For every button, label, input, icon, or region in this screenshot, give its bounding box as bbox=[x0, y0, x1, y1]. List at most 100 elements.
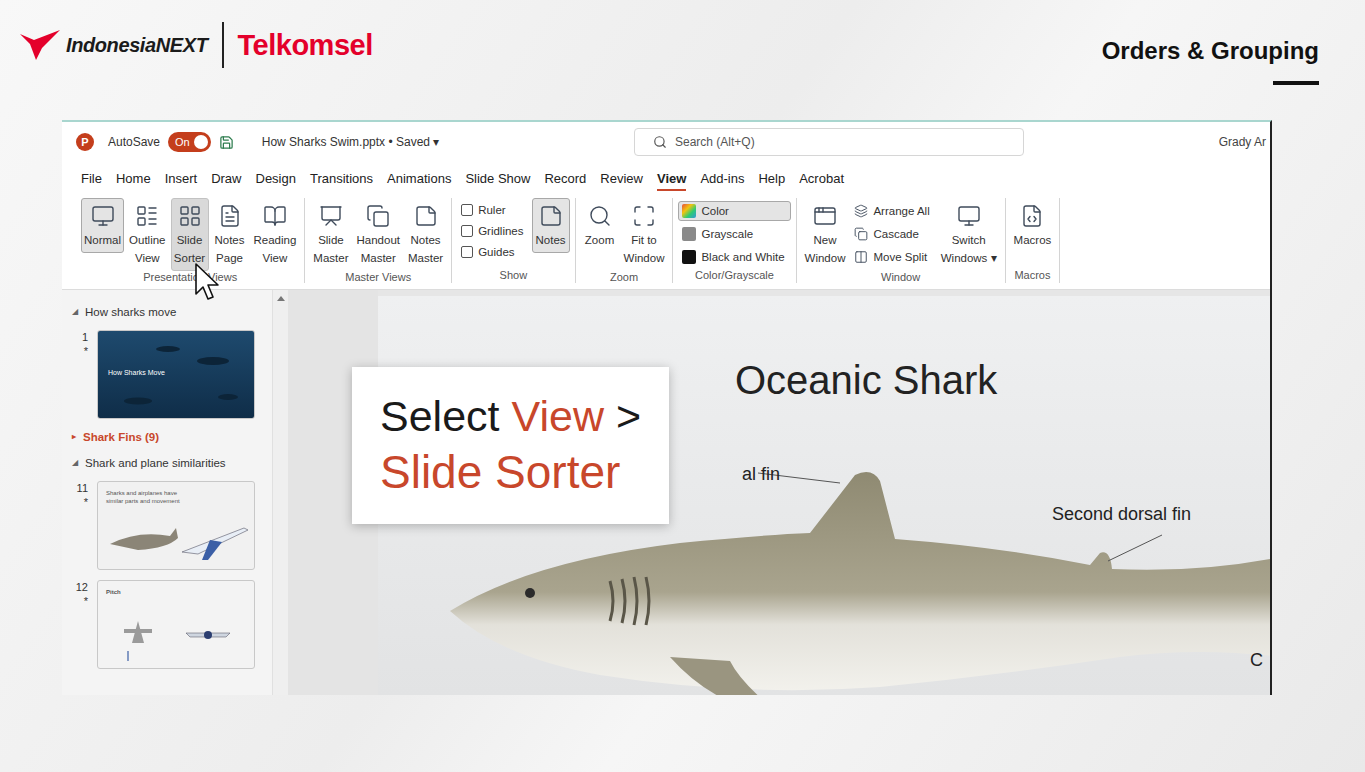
diagram-label[interactable]: C bbox=[1250, 650, 1263, 671]
indonesianext-logo-icon bbox=[20, 30, 60, 60]
ribbon-button[interactable]: NewWindow bbox=[802, 198, 849, 271]
section-header[interactable]: ▸Shark Fins (9) bbox=[72, 429, 266, 445]
menu-tab[interactable]: Design bbox=[249, 162, 303, 194]
slide-thumbnail[interactable]: Pitch bbox=[97, 580, 255, 669]
menu-tab[interactable]: Help bbox=[751, 162, 792, 194]
search-icon bbox=[653, 135, 667, 149]
ribbon-button[interactable]: NotesMaster bbox=[405, 198, 446, 271]
ribbon-stack: Ruler Gridlines Guides bbox=[457, 198, 529, 261]
ribbon-button[interactable]: SlideSorter bbox=[171, 198, 209, 271]
ribbon-icon bbox=[89, 202, 117, 230]
ribbon-button[interactable]: OutlineView bbox=[126, 198, 168, 271]
user-name[interactable]: Grady Ar bbox=[1219, 135, 1266, 149]
ribbon-group: RulerGridlinesGuidesNotesShow bbox=[452, 198, 575, 283]
ribbon-small-button[interactable]: Color bbox=[678, 201, 790, 221]
instruction-callout: SelectView>Slide Sorter bbox=[352, 367, 669, 524]
menu-tab[interactable]: Animations bbox=[380, 162, 458, 194]
ribbon-small-button[interactable]: Move Split bbox=[850, 247, 935, 267]
window-icon bbox=[854, 204, 868, 218]
ribbon-icon bbox=[176, 202, 204, 230]
menu-tab[interactable]: File bbox=[74, 162, 109, 194]
page-title-block: Orders & Grouping bbox=[1102, 22, 1319, 85]
menu-tab[interactable]: Review bbox=[593, 162, 650, 194]
slide-row[interactable]: 1*How Sharks Move bbox=[72, 330, 266, 419]
menu-tab[interactable]: Record bbox=[537, 162, 593, 194]
menu-tab[interactable]: Slide Show bbox=[458, 162, 537, 194]
menu-tab[interactable]: Transitions bbox=[303, 162, 380, 194]
ribbon-icon bbox=[955, 202, 983, 230]
ribbon-button[interactable]: Notes bbox=[532, 198, 570, 253]
scrollbar[interactable] bbox=[272, 290, 288, 695]
brand-divider bbox=[222, 22, 224, 68]
pitch-diagram-icon bbox=[98, 581, 255, 669]
menu-tab[interactable]: Acrobat bbox=[792, 162, 851, 194]
checkbox[interactable] bbox=[461, 225, 473, 237]
ribbon-small-button[interactable]: Arrange All bbox=[850, 201, 935, 221]
ribbon-button[interactable]: SwitchWindows ▾ bbox=[938, 198, 1000, 271]
ribbon-small-button[interactable]: Grayscale bbox=[678, 224, 790, 244]
slide-title[interactable]: Oceanic Shark bbox=[735, 358, 997, 403]
autosave-toggle[interactable]: On bbox=[168, 132, 211, 152]
diagram-label[interactable]: al fin bbox=[742, 464, 780, 485]
color-swatch-icon bbox=[682, 227, 696, 241]
slide-number: 12* bbox=[72, 580, 88, 669]
ribbon: NormalOutlineViewSlideSorterNotesPageRea… bbox=[62, 194, 1270, 290]
ribbon-icon bbox=[364, 202, 392, 230]
expanded-arrow-icon[interactable]: ◢ bbox=[72, 455, 78, 471]
menu-tab[interactable]: Draw bbox=[204, 162, 248, 194]
checkbox-row[interactable]: Gridlines bbox=[457, 222, 529, 240]
file-name[interactable]: How Sharks Swim.pptx • Saved ▾ bbox=[262, 135, 440, 149]
menu-tabs: FileHomeInsertDrawDesignTransitionsAnima… bbox=[62, 162, 1270, 194]
ribbon-button[interactable]: Fit toWindow bbox=[621, 198, 668, 271]
ribbon-button[interactable]: Macros bbox=[1011, 198, 1055, 253]
slide-thumbnail[interactable]: Sharks and airplanes have similar parts … bbox=[97, 481, 255, 570]
ribbon-group: NewWindowArrange All Cascade Move SplitSwi… bbox=[797, 198, 1006, 283]
transition-mark: * bbox=[84, 594, 88, 608]
expanded-arrow-icon[interactable]: ◢ bbox=[72, 304, 78, 320]
menu-tab[interactable]: Home bbox=[109, 162, 158, 194]
partner-logo: Telkomsel bbox=[238, 29, 373, 62]
ribbon-group: NormalOutlineViewSlideSorterNotesPageRea… bbox=[76, 198, 305, 283]
ribbon-small-button[interactable]: Cascade bbox=[850, 224, 935, 244]
brand: IndonesiaNEXT Telkomsel bbox=[20, 22, 373, 68]
checkbox[interactable] bbox=[461, 246, 473, 258]
transition-mark: * bbox=[84, 344, 88, 358]
page: IndonesiaNEXT Telkomsel Orders & Grouping P… bbox=[0, 0, 1365, 772]
header: IndonesiaNEXT Telkomsel Orders & Grouping bbox=[0, 0, 1365, 120]
menu-tab[interactable]: View bbox=[650, 162, 693, 194]
ribbon-icon bbox=[630, 202, 658, 230]
ribbon-small-button[interactable]: Black and White bbox=[678, 247, 790, 267]
slide-row[interactable]: 11*Sharks and airplanes have similar par… bbox=[72, 481, 266, 570]
ribbon-button[interactable]: ReadingView bbox=[251, 198, 300, 271]
ribbon-button[interactable]: Zoom bbox=[581, 198, 619, 253]
ribbon-group: ColorGrayscaleBlack and WhiteColor/Grays… bbox=[673, 198, 796, 283]
menu-tab[interactable]: Add-ins bbox=[693, 162, 751, 194]
slide-thumbnail[interactable]: How Sharks Move bbox=[97, 330, 255, 419]
ribbon-group: ZoomFit toWindowZoom bbox=[576, 198, 674, 283]
search-box[interactable]: Search (Alt+Q) bbox=[634, 128, 1024, 156]
section-header[interactable]: ◢Shark and plane similarities bbox=[72, 455, 266, 471]
collapsed-arrow-icon[interactable]: ▸ bbox=[72, 429, 76, 445]
ribbon-stack: Color Grayscale Black and White bbox=[678, 198, 790, 267]
checkbox-row[interactable]: Ruler bbox=[457, 201, 529, 219]
ribbon-button[interactable]: Normal bbox=[81, 198, 124, 253]
section-header[interactable]: ◢How sharks move bbox=[72, 304, 266, 320]
ribbon-icon bbox=[412, 202, 440, 230]
powerpoint-window: PAutoSaveOnHow Sharks Swim.pptx • Saved … bbox=[62, 120, 1272, 695]
powerpoint-logo-icon: P bbox=[76, 133, 94, 151]
ribbon-button[interactable]: SlideMaster bbox=[310, 198, 351, 271]
ribbon-stack: Arrange All Cascade Move Split bbox=[850, 198, 935, 267]
brand-name: IndonesiaNEXT bbox=[66, 34, 208, 57]
ribbon-button[interactable]: NotesPage bbox=[211, 198, 249, 271]
color-swatch-icon bbox=[682, 250, 696, 264]
slide-row[interactable]: 12* Pitch bbox=[72, 580, 266, 669]
diagram-label[interactable]: Second dorsal fin bbox=[1052, 504, 1191, 525]
scroll-up-icon[interactable] bbox=[277, 296, 285, 301]
menu-tab[interactable]: Insert bbox=[158, 162, 205, 194]
checkbox-row[interactable]: Guides bbox=[457, 243, 529, 261]
save-icon[interactable] bbox=[219, 135, 234, 150]
ribbon-button[interactable]: HandoutMaster bbox=[354, 198, 403, 271]
title-bar: PAutoSaveOnHow Sharks Swim.pptx • Saved … bbox=[62, 122, 1270, 162]
ribbon-icon bbox=[261, 202, 289, 230]
checkbox[interactable] bbox=[461, 204, 473, 216]
